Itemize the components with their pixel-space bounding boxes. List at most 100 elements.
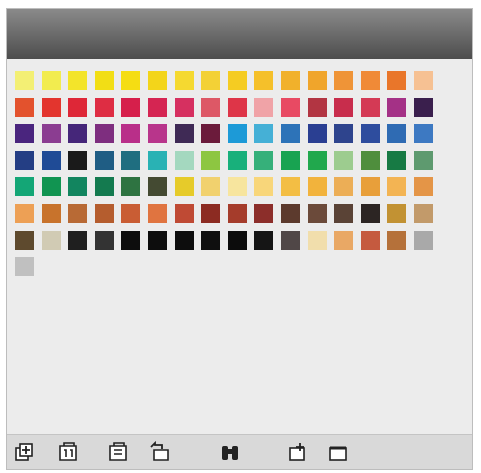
color-swatch[interactable] — [307, 71, 327, 90]
color-swatch[interactable] — [68, 203, 88, 223]
color-swatch[interactable] — [121, 230, 141, 250]
color-swatch[interactable] — [360, 230, 380, 250]
color-swatch[interactable] — [227, 71, 247, 90]
color-swatch[interactable] — [15, 124, 34, 144]
color-swatch[interactable] — [227, 177, 247, 197]
color-swatch[interactable] — [174, 97, 194, 117]
color-swatch[interactable] — [15, 97, 34, 117]
color-swatch[interactable] — [94, 150, 114, 170]
color-swatch[interactable] — [201, 177, 221, 197]
color-swatch[interactable] — [68, 71, 88, 90]
library-button[interactable] — [55, 439, 81, 465]
color-swatch[interactable] — [254, 124, 274, 144]
library-open-button[interactable] — [105, 439, 131, 465]
color-swatch[interactable] — [360, 203, 380, 223]
color-swatch[interactable] — [147, 230, 167, 250]
color-swatch[interactable] — [280, 124, 300, 144]
find-button[interactable] — [217, 439, 243, 465]
color-swatch[interactable] — [68, 124, 88, 144]
color-swatch[interactable] — [280, 230, 300, 250]
color-swatch[interactable] — [121, 203, 141, 223]
color-swatch[interactable] — [387, 177, 407, 197]
color-swatch[interactable] — [121, 150, 141, 170]
color-swatch[interactable] — [360, 97, 380, 117]
color-swatch[interactable] — [307, 177, 327, 197]
color-swatch[interactable] — [254, 177, 274, 197]
color-swatch[interactable] — [227, 230, 247, 250]
color-swatch[interactable] — [94, 97, 114, 117]
color-swatch[interactable] — [360, 124, 380, 144]
new-swatch-button[interactable] — [285, 439, 311, 465]
new-folder-button[interactable] — [325, 439, 351, 465]
color-swatch[interactable] — [41, 177, 61, 197]
color-swatch[interactable] — [174, 124, 194, 144]
color-swatch[interactable] — [201, 150, 221, 170]
color-swatch[interactable] — [41, 124, 61, 144]
color-swatch[interactable] — [387, 230, 407, 250]
color-swatch[interactable] — [413, 203, 433, 223]
color-swatch[interactable] — [280, 97, 300, 117]
color-swatch[interactable] — [41, 71, 61, 90]
color-swatch[interactable] — [15, 150, 34, 170]
color-swatch[interactable] — [280, 203, 300, 223]
color-swatch[interactable] — [307, 97, 327, 117]
color-swatch[interactable] — [147, 71, 167, 90]
add-swatch-button[interactable] — [11, 439, 37, 465]
library-undo-button[interactable] — [147, 439, 173, 465]
color-swatch[interactable] — [121, 177, 141, 197]
color-swatch[interactable] — [41, 230, 61, 250]
color-swatch[interactable] — [360, 150, 380, 170]
color-swatch[interactable] — [307, 230, 327, 250]
color-swatch[interactable] — [94, 124, 114, 144]
color-swatch[interactable] — [201, 97, 221, 117]
color-swatch[interactable] — [254, 97, 274, 117]
color-swatch[interactable] — [334, 203, 354, 223]
color-swatch[interactable] — [387, 203, 407, 223]
color-swatch[interactable] — [147, 177, 167, 197]
color-swatch[interactable] — [307, 150, 327, 170]
color-swatch[interactable] — [307, 124, 327, 144]
color-swatch[interactable] — [413, 124, 433, 144]
color-swatch[interactable] — [68, 150, 88, 170]
color-swatch[interactable] — [413, 177, 433, 197]
color-swatch[interactable] — [174, 203, 194, 223]
color-swatch[interactable] — [413, 230, 433, 250]
color-swatch[interactable] — [254, 71, 274, 90]
color-swatch[interactable] — [334, 150, 354, 170]
color-swatch[interactable] — [387, 150, 407, 170]
color-swatch[interactable] — [94, 203, 114, 223]
color-swatch[interactable] — [227, 124, 247, 144]
color-swatch[interactable] — [68, 97, 88, 117]
color-swatch[interactable] — [174, 177, 194, 197]
color-swatch[interactable] — [254, 230, 274, 250]
color-swatch[interactable] — [280, 177, 300, 197]
color-swatch[interactable] — [94, 230, 114, 250]
color-swatch[interactable] — [94, 71, 114, 90]
color-swatch[interactable] — [201, 71, 221, 90]
color-swatch[interactable] — [15, 71, 34, 90]
color-swatch[interactable] — [147, 150, 167, 170]
color-swatch[interactable] — [413, 97, 433, 117]
color-swatch[interactable] — [334, 124, 354, 144]
color-swatch[interactable] — [413, 71, 433, 90]
color-swatch[interactable] — [334, 177, 354, 197]
color-swatch[interactable] — [387, 124, 407, 144]
color-swatch[interactable] — [334, 97, 354, 117]
color-swatch[interactable] — [174, 71, 194, 90]
color-swatch[interactable] — [334, 71, 354, 90]
color-swatch[interactable] — [41, 97, 61, 117]
color-swatch[interactable] — [121, 97, 141, 117]
color-swatch[interactable] — [68, 230, 88, 250]
color-swatch[interactable] — [201, 230, 221, 250]
color-swatch[interactable] — [387, 97, 407, 117]
color-swatch[interactable] — [147, 97, 167, 117]
color-swatch[interactable] — [15, 203, 34, 223]
color-swatch[interactable] — [147, 124, 167, 144]
color-swatch[interactable] — [201, 124, 221, 144]
color-swatch[interactable] — [254, 203, 274, 223]
color-swatch[interactable] — [68, 177, 88, 197]
color-swatch[interactable] — [334, 230, 354, 250]
color-swatch[interactable] — [280, 150, 300, 170]
color-swatch[interactable] — [227, 97, 247, 117]
color-swatch[interactable] — [201, 203, 221, 223]
